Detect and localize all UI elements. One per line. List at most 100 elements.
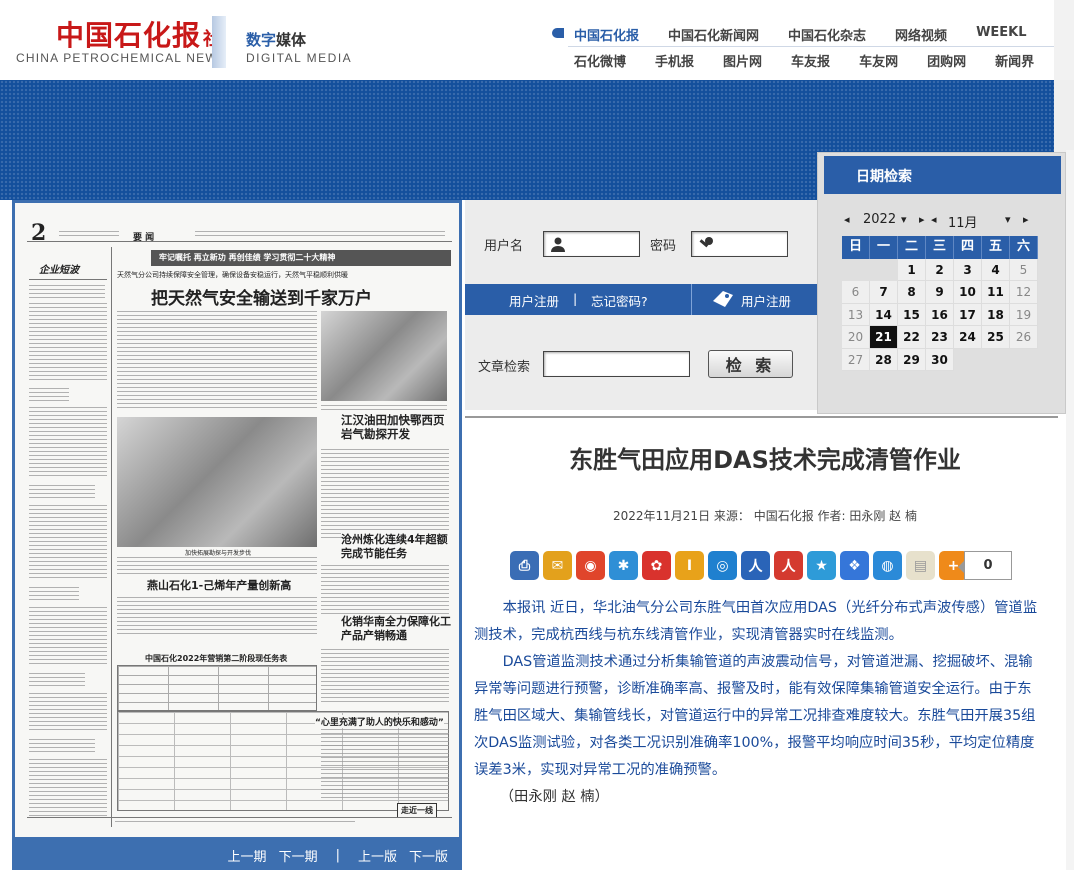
calendar-day[interactable]: 24 (954, 326, 982, 349)
paper-brief-4-title (29, 587, 79, 601)
baidu-icon[interactable]: ❖ (840, 551, 869, 580)
nav-link-mobile-news[interactable]: 手机报 (655, 51, 694, 70)
register-button[interactable]: 用户注册 (741, 291, 791, 310)
paper-quote-title: “心里充满了助人的快乐和感动” (315, 715, 444, 728)
calendar-day[interactable]: 8 (898, 281, 926, 304)
calendar-day[interactable]: 28 (870, 348, 898, 371)
weekday-thu: 四 (954, 236, 982, 259)
calendar-day[interactable]: 12 (1010, 281, 1038, 304)
calendar-day[interactable]: 13 (842, 303, 870, 326)
paper-brief-6-title (29, 739, 95, 753)
weibo-icon[interactable]: ◉ (576, 551, 605, 580)
calendar-day[interactable]: 10 (954, 281, 982, 304)
nav-link-car-web[interactable]: 车友网 (859, 51, 898, 70)
nav-link-media[interactable]: 新闻界 (995, 51, 1034, 70)
paper-cangzhou-text (321, 565, 449, 617)
calendar-day[interactable]: 17 (954, 303, 982, 326)
paper-masthead-info (195, 231, 445, 237)
paper-brief-1-title (29, 285, 105, 299)
paper-brief-6-text (29, 759, 107, 819)
calendar-day[interactable]: 27 (842, 348, 870, 371)
calendar-day[interactable]: 29 (898, 348, 926, 371)
calendar-day[interactable]: 4 (982, 258, 1010, 281)
calendar-day[interactable]: 16 (926, 303, 954, 326)
people-icon[interactable]: 人 (741, 551, 770, 580)
nav-link-magazine[interactable]: 中国石化杂志 (788, 25, 866, 44)
star-icon[interactable]: ★ (807, 551, 836, 580)
nav-active-marker-icon (552, 28, 564, 38)
calendar-day-selected[interactable]: 21 (870, 326, 898, 349)
nav-link-car-paper[interactable]: 车友报 (791, 51, 830, 70)
calendar-day[interactable]: 3 (954, 258, 982, 281)
note-icon[interactable]: ▤ (906, 551, 935, 580)
newspaper-page-image[interactable]: 2 要 闻 企业短波 牢记嘱托 再立新功 再创佳绩 学习贯彻二十大精神 天然气分… (15, 203, 459, 837)
calendar-day[interactable]: 18 (982, 303, 1010, 326)
paper-quote-text (321, 729, 449, 799)
password-input[interactable] (691, 231, 788, 257)
nav-link-video[interactable]: 网络视频 (895, 25, 947, 44)
prev-month-icon[interactable]: ◂ (931, 213, 937, 226)
weekday-fri: 五 (982, 236, 1010, 259)
people-red-icon[interactable]: 人 (774, 551, 803, 580)
calendar-day[interactable]: 11 (982, 281, 1010, 304)
calendar-day[interactable]: 7 (870, 281, 898, 304)
calendar-day[interactable]: 9 (926, 281, 954, 304)
calendar-day[interactable]: 26 (1010, 326, 1038, 349)
sohu-icon[interactable]: ◎ (708, 551, 737, 580)
paper-headline: 把天然气安全输送到千家万户 (151, 289, 372, 309)
search-button[interactable]: 检 索 (708, 350, 793, 378)
nav-link-china-petrochemical-news[interactable]: 中国石化报 (574, 25, 639, 44)
calendar-day[interactable]: 20 (842, 326, 870, 349)
renren-icon[interactable]: ✿ (642, 551, 671, 580)
next-issue-link[interactable]: 下一期 (279, 846, 318, 865)
calendar-day[interactable]: 30 (926, 348, 954, 371)
forgot-password-link[interactable]: 忘记密码? (591, 291, 648, 310)
globe-icon[interactable]: ◍ (873, 551, 902, 580)
nav-link-weibo[interactable]: 石化微博 (574, 51, 626, 70)
prev-year-icon[interactable]: ◂ (844, 213, 850, 226)
paper-column-rule (111, 247, 112, 827)
paper-jianghan-text (321, 449, 449, 539)
register-button-icon (711, 289, 735, 312)
nav-separator: | (335, 847, 340, 863)
nav-link-photo[interactable]: 图片网 (723, 51, 762, 70)
nav-link-group-buy[interactable]: 团购网 (927, 51, 966, 70)
calendar-day[interactable]: 14 (870, 303, 898, 326)
calendar: ◂ 2022 ▾ ▸ ◂ 11月 ▾ ▸ 日 一 二 三 四 五 六 12345… (838, 204, 1038, 374)
calendar-day[interactable]: 19 (1010, 303, 1038, 326)
month-select[interactable]: 11月 (948, 212, 978, 231)
prev-issue-link[interactable]: 上一期 (228, 846, 267, 865)
month-dropdown-icon[interactable]: ▾ (1005, 213, 1011, 226)
newspaper-page-frame: 2 要 闻 企业短波 牢记嘱托 再立新功 再创佳绩 学习贯彻二十大精神 天然气分… (12, 200, 462, 840)
year-dropdown-icon[interactable]: ▾ (901, 213, 907, 226)
nav-link-weekly[interactable]: WEEKL (976, 25, 1026, 44)
year-select[interactable]: 2022 (863, 212, 896, 227)
next-page-link[interactable]: 下一版 (409, 846, 448, 865)
prev-page-link[interactable]: 上一版 (358, 846, 397, 865)
email-icon[interactable]: ✉ (543, 551, 572, 580)
qzone-icon[interactable]: ✱ (609, 551, 638, 580)
register-link[interactable]: 用户注册 (509, 291, 559, 310)
article-search-input[interactable] (543, 351, 690, 377)
next-year-icon[interactable]: ▸ (919, 213, 925, 226)
site-logo[interactable]: 中国石化报社 (56, 14, 222, 54)
site-logo-english: CHINA PETROCHEMICAL NEWS (16, 51, 228, 65)
tianya-icon[interactable]: I (675, 551, 704, 580)
nav-link-news-web[interactable]: 中国石化新闻网 (668, 25, 759, 44)
next-month-icon[interactable]: ▸ (1023, 213, 1029, 226)
username-input[interactable] (543, 231, 640, 257)
calendar-day[interactable]: 2 (926, 258, 954, 281)
paper-photo-pipeline (117, 417, 317, 547)
calendar-day[interactable]: 22 (898, 326, 926, 349)
calendar-day[interactable]: 5 (1010, 258, 1038, 281)
login-links-bar: 用户注册 | 忘记密码? 用户注册 (465, 284, 817, 315)
calendar-day[interactable]: 6 (842, 281, 870, 304)
calendar-day[interactable]: 1 (898, 258, 926, 281)
article-author-line: （田永刚 赵 楠） (499, 789, 609, 805)
header-divider (212, 16, 226, 68)
calendar-day[interactable]: 15 (898, 303, 926, 326)
paper-photo-caption: 加快拓展勘探与开发步伐 (185, 550, 252, 557)
calendar-day[interactable]: 23 (926, 326, 954, 349)
calendar-day[interactable]: 25 (982, 326, 1010, 349)
print-icon[interactable]: ⎙ (510, 551, 539, 580)
